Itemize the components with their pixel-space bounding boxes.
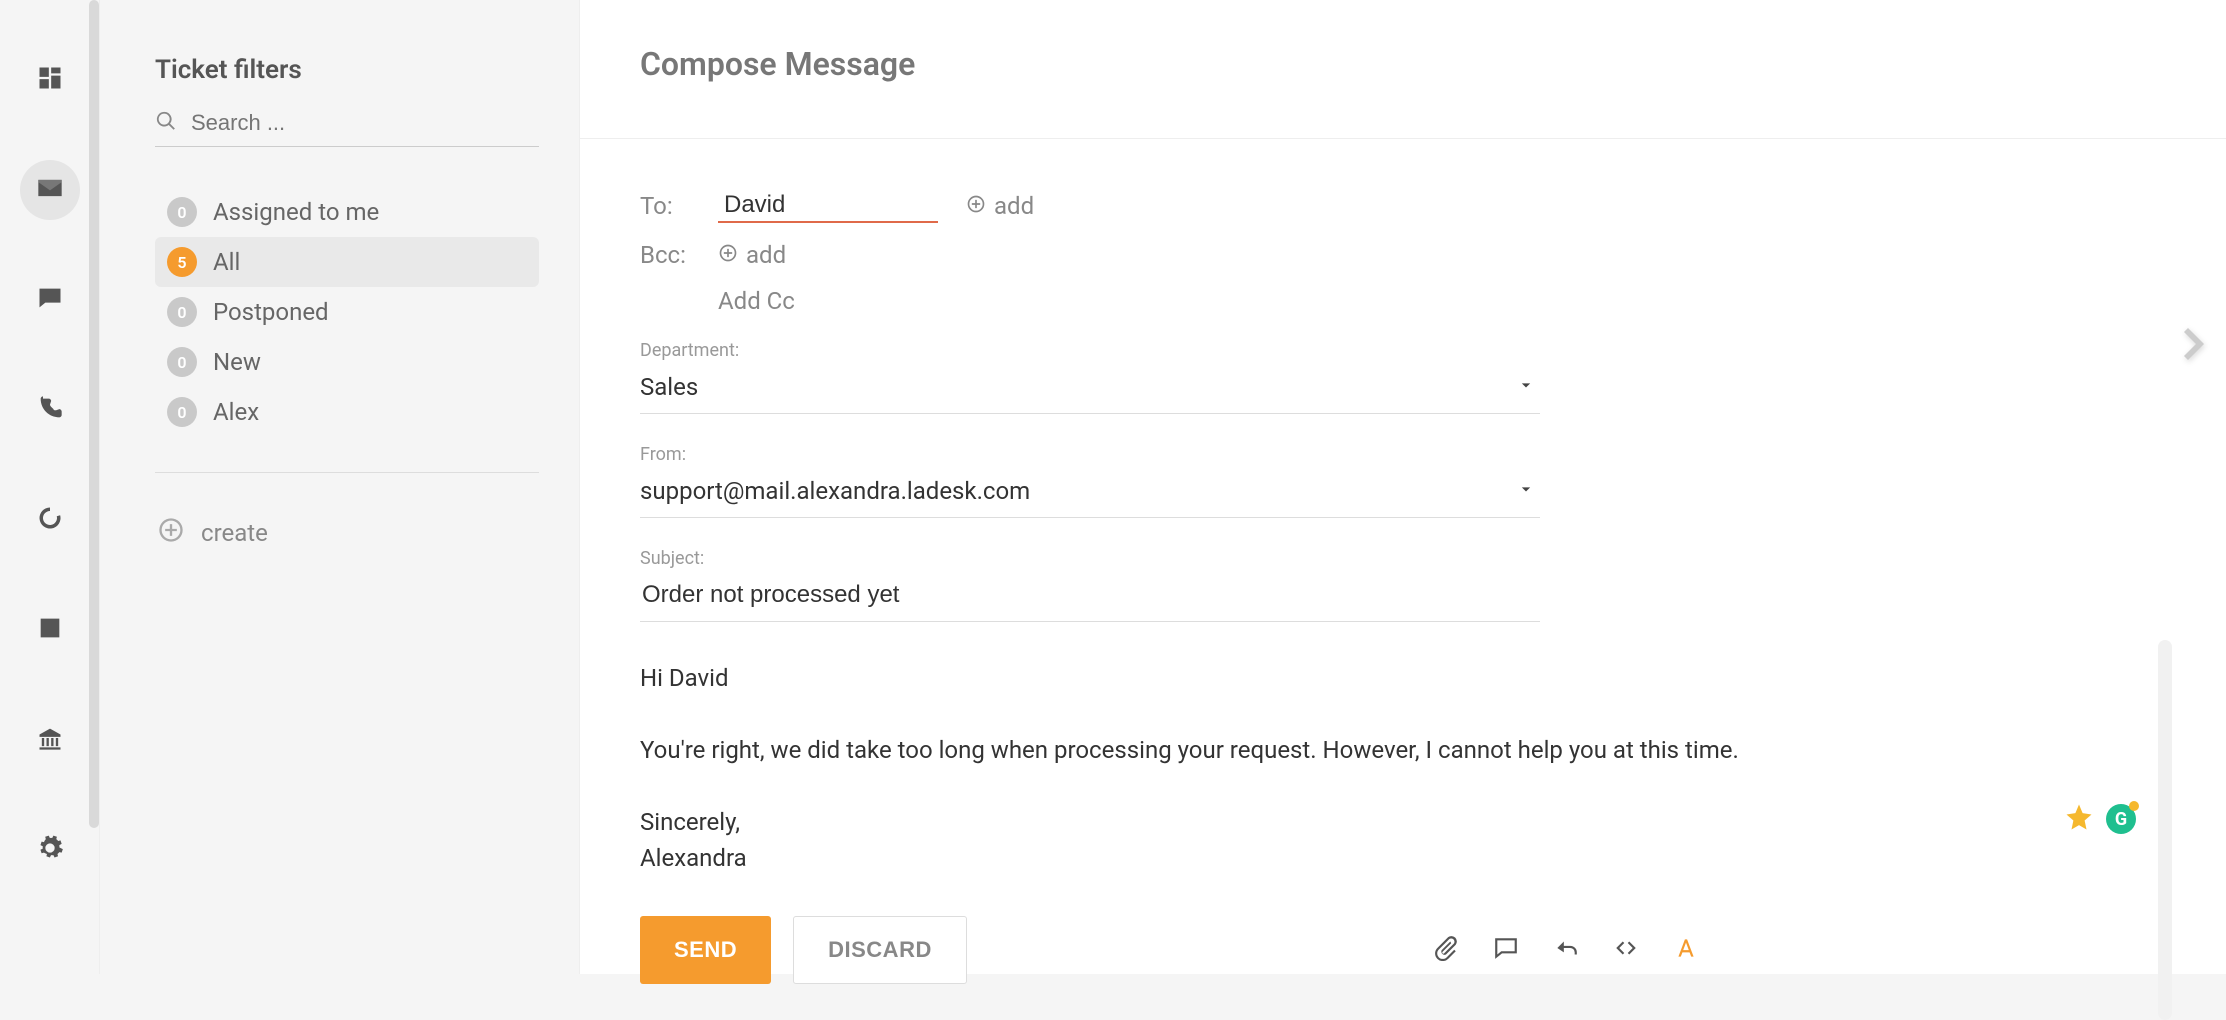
to-row: To: add [640, 189, 2166, 223]
text-format-icon [1673, 935, 1699, 965]
subject-input[interactable] [640, 571, 1540, 622]
filter-assigned-to-me[interactable]: 0 Assigned to me [155, 187, 539, 237]
from-label: From: [640, 444, 2166, 465]
text-format-button[interactable] [1673, 935, 1699, 965]
filter-badge: 0 [167, 347, 197, 377]
filter-label: New [213, 348, 261, 376]
filter-label: Assigned to me [213, 198, 379, 226]
search-row [155, 110, 539, 147]
contacts-icon [36, 614, 64, 646]
code-icon [1613, 935, 1639, 965]
filter-label: All [213, 248, 240, 276]
grammarly-icon[interactable]: G [2106, 804, 2136, 834]
to-label: To: [640, 192, 690, 220]
filter-alex[interactable]: 0 Alex [155, 387, 539, 437]
rail-chat[interactable] [20, 270, 80, 330]
filter-label: Postponed [213, 298, 329, 326]
compose-header: Compose Message [580, 0, 2226, 139]
plus-circle-icon [157, 516, 185, 550]
filter-list: 0 Assigned to me 5 All 0 Postponed 0 New… [155, 187, 539, 437]
bcc-label: Bcc: [640, 241, 690, 269]
department-label: Department: [640, 340, 2166, 361]
scrollbar-track [2158, 640, 2172, 1020]
editor-scrollbar[interactable] [2158, 640, 2172, 1020]
expand-right-button[interactable] [2170, 320, 2218, 372]
reply-arrow-icon [1553, 935, 1579, 965]
ticket-filters-panel: Ticket filters 0 Assigned to me 5 All 0 … [100, 0, 580, 974]
filter-badge: 5 [167, 247, 197, 277]
compose-body: To: add Bcc: add Add Cc Department: Sale… [580, 139, 2226, 896]
rail-bank[interactable] [20, 710, 80, 770]
add-label: add [994, 192, 1034, 220]
subject-label: Subject: [640, 548, 2166, 569]
chevron-right-icon [2170, 353, 2218, 372]
bank-icon [36, 724, 64, 756]
phone-icon [36, 394, 64, 426]
to-input[interactable] [718, 189, 938, 223]
filter-postponed[interactable]: 0 Postponed [155, 287, 539, 337]
editor-wrap: Hi David You're right, we did take too l… [640, 652, 2166, 876]
filter-label: Alex [213, 398, 259, 426]
filter-badge: 0 [167, 197, 197, 227]
scrollbar-thumb[interactable] [89, 0, 99, 828]
add-bcc-label: add [746, 241, 786, 269]
star-icon[interactable] [2064, 802, 2094, 836]
code-button[interactable] [1613, 935, 1639, 965]
plus-circle-icon [966, 192, 986, 220]
filters-title: Ticket filters [155, 55, 539, 85]
gear-icon [36, 834, 64, 866]
paperclip-icon [1433, 935, 1459, 965]
from-select[interactable]: support@mail.alexandra.ladesk.com [640, 467, 1540, 518]
filter-badge: 0 [167, 297, 197, 327]
compose-actions: SEND DISCARD [580, 896, 2226, 984]
plus-circle-icon [718, 241, 738, 269]
attach-button[interactable] [1433, 935, 1459, 965]
progress-icon [36, 504, 64, 536]
divider [155, 472, 539, 473]
add-recipient-button[interactable]: add [966, 192, 1034, 220]
reply-button[interactable] [1553, 935, 1579, 965]
search-icon [155, 110, 177, 136]
department-value: Sales [640, 373, 698, 401]
create-label: create [201, 519, 268, 547]
rail-phone[interactable] [20, 380, 80, 440]
create-filter-button[interactable]: create [155, 508, 539, 558]
rail-contacts[interactable] [20, 600, 80, 660]
filter-all[interactable]: 5 All [155, 237, 539, 287]
note-icon [1493, 935, 1519, 965]
chevron-down-icon [1516, 373, 1536, 401]
rail-mail[interactable] [20, 160, 80, 220]
editor-badges: G [2064, 802, 2136, 836]
rail-scrollbar[interactable] [89, 0, 99, 974]
search-input[interactable] [191, 110, 539, 136]
bcc-row: Bcc: add [640, 241, 2166, 269]
dashboard-icon [36, 64, 64, 96]
editor-toolbar [1433, 935, 1699, 965]
message-body-editor[interactable]: Hi David You're right, we did take too l… [640, 652, 2166, 876]
icon-rail [0, 0, 100, 974]
filter-new[interactable]: 0 New [155, 337, 539, 387]
note-button[interactable] [1493, 935, 1519, 965]
from-value: support@mail.alexandra.ladesk.com [640, 477, 1030, 505]
department-select[interactable]: Sales [640, 363, 1540, 414]
add-bcc-button[interactable]: add [718, 241, 786, 269]
add-cc-button[interactable]: Add Cc [718, 287, 2166, 315]
compose-panel: Compose Message To: add Bcc: add Add Cc [580, 0, 2226, 974]
rail-dashboard[interactable] [20, 50, 80, 110]
filter-badge: 0 [167, 397, 197, 427]
rail-progress[interactable] [20, 490, 80, 550]
chat-icon [36, 284, 64, 316]
rail-settings[interactable] [20, 820, 80, 880]
page-title: Compose Message [640, 45, 2166, 83]
chevron-down-icon [1516, 477, 1536, 505]
mail-icon [36, 174, 64, 206]
